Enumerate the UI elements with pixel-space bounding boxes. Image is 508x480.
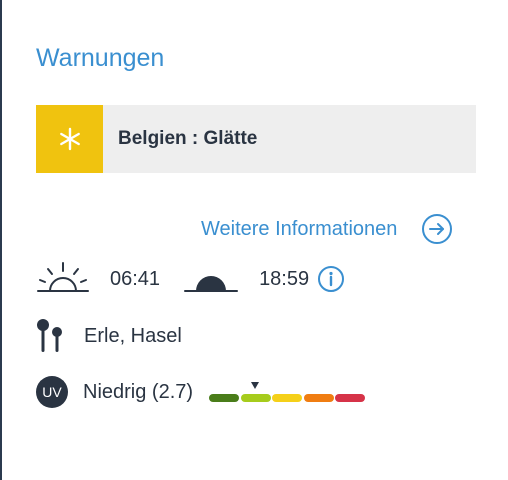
warning-item[interactable]: Belgien : Glätte [36,105,476,173]
sunset-icon [184,276,239,292]
arrow-right-circle-icon[interactable] [421,213,453,245]
uv-badge: UV [36,376,68,408]
uv-scale-segment [272,394,303,402]
uv-scale-segment [335,394,366,402]
sunrise-time: 06:41 [110,267,161,290]
uv-level-marker [250,382,259,389]
sunset-time: 18:59 [259,267,310,290]
snowflake-icon [36,105,103,173]
uv-scale-segment [209,394,240,402]
left-edge-divider [0,0,2,480]
uv-scale-segment [240,394,271,402]
uv-scale-segment [303,394,334,402]
pollen-row: Erle, Hasel [36,316,182,356]
sunrise-icon [37,262,89,292]
uv-text: Niedrig (2.7) [83,380,194,403]
pollen-icon [37,319,62,352]
sun-times-row: 06:41 18:59 [36,258,345,300]
warning-text: Belgien : Glätte [118,128,258,149]
more-info-label[interactable]: Weitere Informationen [201,218,397,241]
pollen-text: Erle, Hasel [84,324,182,347]
more-info-link[interactable]: Weitere Informationen [201,213,453,245]
uv-scale [209,382,366,402]
warnings-title: Warnungen [36,44,165,72]
uv-row: UV Niedrig (2.7) [36,372,366,412]
info-icon[interactable] [317,265,345,293]
